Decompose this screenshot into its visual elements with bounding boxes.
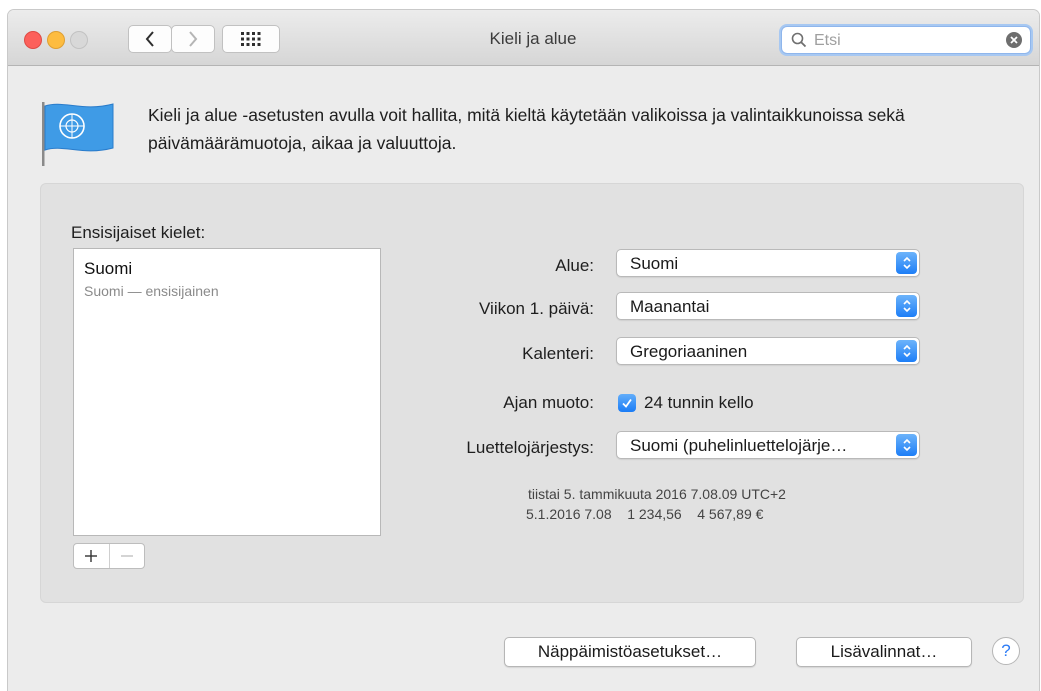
help-button[interactable]: ? xyxy=(992,637,1020,665)
search-input[interactable] xyxy=(812,30,996,52)
list-sort-label: Luettelojärjestys: xyxy=(466,438,594,457)
region-value: Suomi xyxy=(630,254,679,273)
24-hour-label[interactable]: 24 tunnin kello xyxy=(644,393,754,413)
window-title: Kieli ja alue xyxy=(489,29,577,48)
un-flag-icon xyxy=(42,102,114,166)
popup-arrows-icon xyxy=(896,295,917,317)
region-label: Alue: xyxy=(555,256,594,275)
list-sort-popup[interactable]: Suomi (puhelinluettelojärje… xyxy=(616,431,920,459)
list-sort-value: Suomi (puhelinluettelojärje… xyxy=(630,436,848,455)
checkmark-icon xyxy=(622,398,632,408)
chevron-right-icon xyxy=(189,31,198,47)
clear-search-icon[interactable] xyxy=(1006,32,1022,48)
calendar-value: Gregoriaaninen xyxy=(630,342,748,361)
show-all-button[interactable] xyxy=(222,25,280,53)
pane-description: Kieli ja alue -asetusten avulla voit hal… xyxy=(148,105,905,153)
add-language-button[interactable] xyxy=(74,544,110,568)
preferred-languages-label: Ensisijaiset kielet: xyxy=(71,223,206,242)
popup-arrows-icon xyxy=(896,340,917,362)
language-subtitle: Suomi — ensisijainen xyxy=(84,283,219,299)
chevron-left-icon xyxy=(145,31,154,47)
calendar-popup[interactable]: Gregoriaaninen xyxy=(616,337,920,365)
popup-arrows-icon xyxy=(896,252,917,274)
search-icon xyxy=(791,32,807,48)
preferred-languages-list[interactable]: Suomi Suomi — ensisijainen xyxy=(73,248,381,536)
first-day-popup[interactable]: Maanantai xyxy=(616,292,920,320)
time-format-label: Ajan muoto: xyxy=(503,393,594,412)
advanced-button[interactable]: Lisävalinnat… xyxy=(796,637,972,667)
number-format-sample: 5.1.2016 7.08 1 234,56 4 567,89 € xyxy=(526,506,764,522)
forward-button[interactable] xyxy=(171,25,215,53)
minimize-button[interactable] xyxy=(47,31,65,49)
plus-icon xyxy=(85,550,98,562)
first-day-value: Maanantai xyxy=(630,297,710,316)
popup-arrows-icon xyxy=(896,434,917,456)
24-hour-checkbox[interactable] xyxy=(618,394,636,412)
region-popup[interactable]: Suomi xyxy=(616,249,920,277)
search-field[interactable] xyxy=(781,26,1031,54)
add-remove-control xyxy=(73,543,145,569)
grid-icon xyxy=(241,32,261,46)
first-day-label: Viikon 1. päivä: xyxy=(479,299,594,318)
preferences-window: Kieli ja alue Kieli ja alue -asetusten a… xyxy=(8,10,1039,691)
minus-icon xyxy=(120,555,133,557)
keyboard-preferences-button[interactable]: Näppäimistöasetukset… xyxy=(504,637,756,667)
zoom-button[interactable] xyxy=(70,31,88,49)
title-bar: Kieli ja alue xyxy=(8,10,1039,66)
language-name: Suomi xyxy=(84,259,133,278)
remove-language-button[interactable] xyxy=(110,544,145,568)
back-button[interactable] xyxy=(128,25,172,53)
calendar-label: Kalenteri: xyxy=(522,344,594,363)
close-button[interactable] xyxy=(24,31,42,49)
date-format-sample: tiistai 5. tammikuuta 2016 7.08.09 UTC+2 xyxy=(528,486,786,502)
